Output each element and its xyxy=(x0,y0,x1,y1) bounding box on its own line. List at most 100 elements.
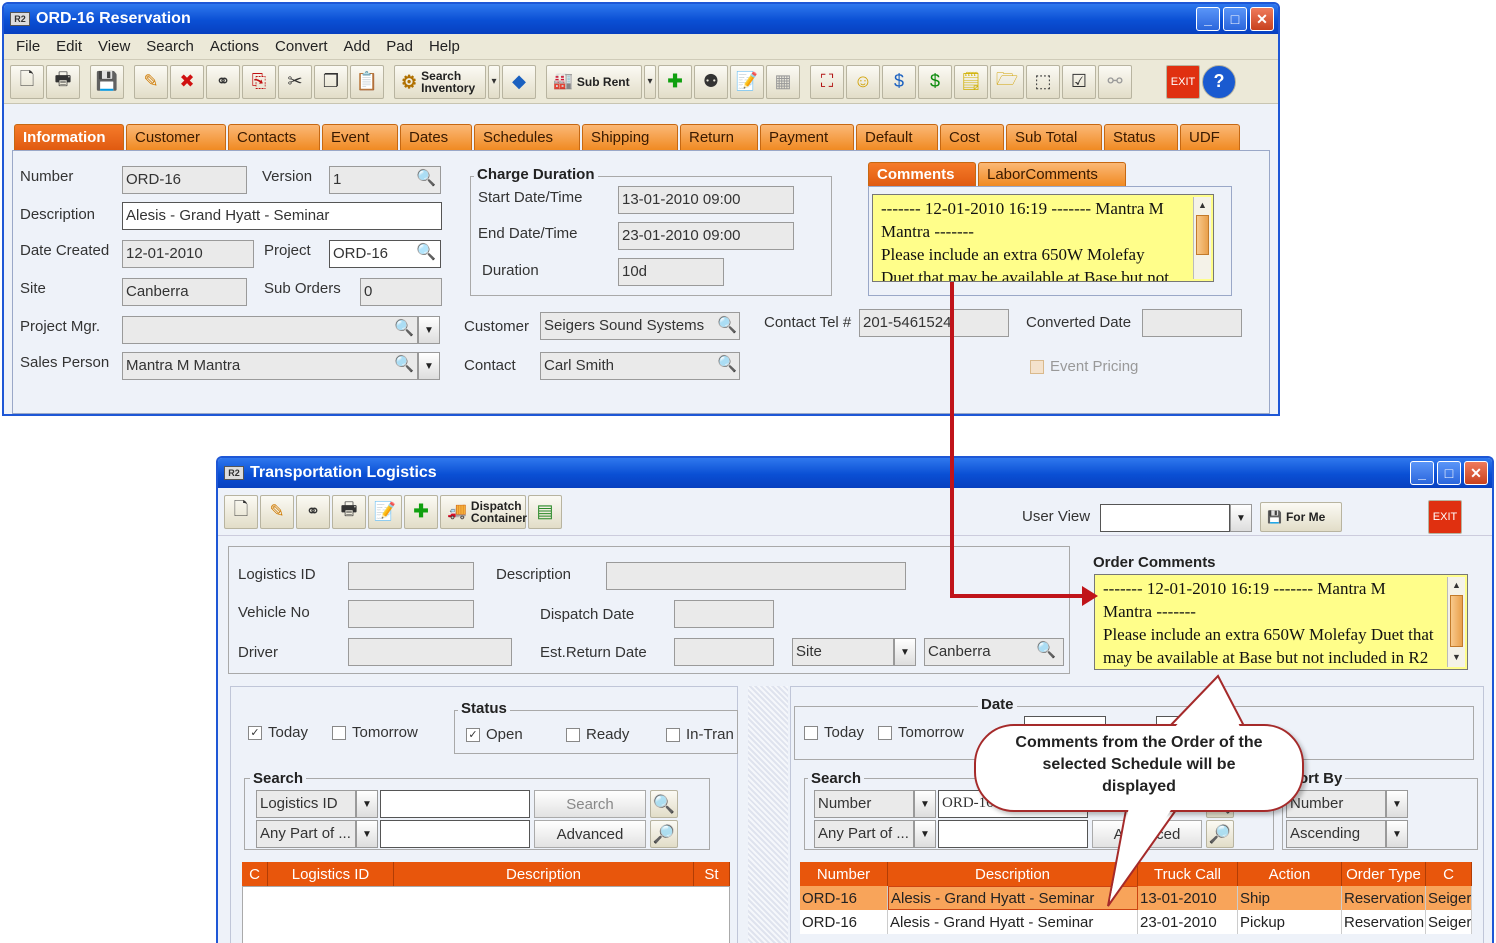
tab-event[interactable]: Event xyxy=(322,124,398,150)
menu-actions[interactable]: Actions xyxy=(202,38,267,55)
reservation-titlebar[interactable]: R2 ORD-16 Reservation _ □ ✕ xyxy=(4,4,1278,34)
checklist-icon[interactable]: ☑ xyxy=(1062,64,1096,99)
col-order-type[interactable]: Order Type xyxy=(1342,862,1426,886)
end-datetime-field[interactable]: 23-01-2010 09:00 xyxy=(618,222,794,250)
tab-payment[interactable]: Payment xyxy=(760,124,854,150)
notes-icon[interactable]: 📝 xyxy=(730,64,764,99)
right-search-by-dropdown[interactable]: ▼ xyxy=(914,790,936,818)
maximize-button[interactable]: □ xyxy=(1223,7,1247,31)
left-advanced-input[interactable] xyxy=(380,820,530,848)
sort-field-dropdown[interactable]: ▼ xyxy=(1386,790,1408,818)
tab-cost[interactable]: Cost xyxy=(940,124,1004,150)
spreadsheet-icon[interactable]: ▤ xyxy=(528,494,562,529)
today-checkbox[interactable]: ✓ Today xyxy=(248,724,308,741)
comments-scrollbar[interactable]: ▲ xyxy=(1193,197,1211,279)
tomorrow-checkbox[interactable]: Tomorrow xyxy=(332,724,418,741)
folder-icon[interactable]: 🗁 xyxy=(990,64,1024,99)
print-icon[interactable]: 🖶 xyxy=(332,494,366,529)
right-tomorrow-checkbox[interactable]: Tomorrow xyxy=(878,724,964,741)
menu-edit[interactable]: Edit xyxy=(48,38,90,55)
tab-schedules[interactable]: Schedules xyxy=(474,124,580,150)
tab-customer[interactable]: Customer xyxy=(126,124,226,150)
tab-default[interactable]: Default xyxy=(856,124,938,150)
tab-udf[interactable]: UDF xyxy=(1180,124,1240,150)
project-mgr-field[interactable] xyxy=(122,316,418,344)
print-icon[interactable]: 🖶 xyxy=(46,64,80,99)
col-truck-call[interactable]: Truck Call xyxy=(1138,862,1238,886)
sticky-note-icon[interactable]: 🗒 xyxy=(954,64,988,99)
project-mgr-dropdown[interactable]: ▼ xyxy=(418,316,440,344)
edit-icon[interactable]: ✎ xyxy=(260,494,294,529)
group-icon[interactable]: ⚉ xyxy=(694,64,728,99)
exit-button[interactable]: EXIT xyxy=(1428,500,1462,534)
close-button[interactable]: ✕ xyxy=(1464,461,1488,485)
paste-icon[interactable]: 📋 xyxy=(350,64,384,99)
version-lookup-icon[interactable]: 🔍 xyxy=(416,168,436,188)
open-checkbox[interactable]: ✓ Open xyxy=(466,726,523,743)
left-advanced-icon[interactable]: 🔎 xyxy=(650,820,678,848)
tab-contacts[interactable]: Contacts xyxy=(228,124,320,150)
left-match-dropdown[interactable]: ▼ xyxy=(356,820,378,848)
money-icon[interactable]: $ xyxy=(918,64,952,99)
sales-person-lookup-icon[interactable]: 🔍 xyxy=(394,354,414,374)
order-comments-textarea[interactable]: ------- 12-01-2010 16:19 ------- Mantra … xyxy=(1094,574,1468,670)
logistics-id-field[interactable] xyxy=(348,562,474,590)
close-button[interactable]: ✕ xyxy=(1250,7,1274,31)
col-description[interactable]: Description xyxy=(394,862,694,886)
comments-textarea[interactable]: ------- 12-01-2010 16:19 ------- Mantra … xyxy=(872,194,1214,282)
menu-help[interactable]: Help xyxy=(421,38,468,55)
org-chart-icon[interactable]: ⛶ xyxy=(810,64,844,99)
table-row[interactable]: ORD-16 Alesis - Grand Hyatt - Seminar 13… xyxy=(800,886,1472,910)
payment-icon[interactable]: $ xyxy=(882,64,916,99)
duration-field[interactable]: 10d xyxy=(618,258,724,286)
project-lookup-icon[interactable]: 🔍 xyxy=(416,242,436,262)
col-description[interactable]: Description xyxy=(888,862,1138,886)
tab-labor-comments[interactable]: LaborComments xyxy=(978,162,1126,186)
site-select[interactable]: Site xyxy=(792,638,894,666)
col-action[interactable]: Action xyxy=(1238,862,1342,886)
dispatch-container-button[interactable]: 🚚 Dispatch Container xyxy=(440,494,527,529)
help-icon[interactable]: ? xyxy=(1202,64,1236,99)
tab-dates[interactable]: Dates xyxy=(400,124,472,150)
binoculars-icon[interactable]: ⚭ xyxy=(296,494,330,529)
event-pricing-checkbox[interactable]: Event Pricing xyxy=(1030,358,1138,375)
sub-orders-field[interactable]: 0 xyxy=(360,278,442,306)
left-search-input[interactable] xyxy=(380,790,530,818)
tab-information[interactable]: Information xyxy=(14,124,124,150)
col-c[interactable]: C xyxy=(242,862,268,886)
menu-file[interactable]: File xyxy=(8,38,48,55)
dropdown-arrow-icon-2[interactable]: ▾ xyxy=(644,64,656,99)
vehicle-no-field[interactable] xyxy=(348,600,474,628)
menu-convert[interactable]: Convert xyxy=(267,38,336,55)
exit-button[interactable]: EXIT xyxy=(1166,64,1200,99)
description-field[interactable] xyxy=(606,562,906,590)
search-inventory-button[interactable]: ⚙ Search Inventory xyxy=(394,64,486,99)
splitter[interactable] xyxy=(748,686,788,943)
minimize-button[interactable]: _ xyxy=(1410,461,1434,485)
right-match-dropdown[interactable]: ▼ xyxy=(914,820,936,848)
in-transit-checkbox[interactable]: In-Tran xyxy=(666,726,734,743)
maximize-button[interactable]: □ xyxy=(1437,461,1461,485)
right-advanced-button[interactable]: Advanced xyxy=(1092,820,1202,848)
right-today-checkbox[interactable]: Today xyxy=(804,724,864,741)
contact-tel-field[interactable]: 201-5461524 xyxy=(859,309,1009,337)
menu-pad[interactable]: Pad xyxy=(378,38,421,55)
right-advanced-input[interactable] xyxy=(938,820,1088,848)
sales-person-field[interactable]: Mantra M Mantra xyxy=(122,352,418,380)
col-logistics-id[interactable]: Logistics ID xyxy=(268,862,394,886)
description-field[interactable]: Alesis - Grand Hyatt - Seminar xyxy=(122,202,442,230)
right-advanced-icon[interactable]: 🔎 xyxy=(1206,820,1234,848)
delete-icon[interactable]: ✖ xyxy=(170,64,204,99)
left-grid-body[interactable] xyxy=(242,886,730,943)
ready-checkbox[interactable]: Ready xyxy=(566,726,629,743)
for-me-button[interactable]: 💾 For Me xyxy=(1260,502,1342,532)
tab-return[interactable]: Return xyxy=(680,124,758,150)
contact-lookup-icon[interactable]: 🔍 xyxy=(717,354,737,374)
start-datetime-field[interactable]: 13-01-2010 09:00 xyxy=(618,186,794,214)
event-pricing-box[interactable] xyxy=(1030,359,1044,374)
site-select-dropdown[interactable]: ▼ xyxy=(894,638,916,666)
col-number[interactable]: Number xyxy=(800,862,888,886)
link-icon[interactable]: ⚯ xyxy=(1098,64,1132,99)
sort-order-dropdown[interactable]: ▼ xyxy=(1386,820,1408,848)
new-icon[interactable]: 🗋 xyxy=(224,494,258,529)
